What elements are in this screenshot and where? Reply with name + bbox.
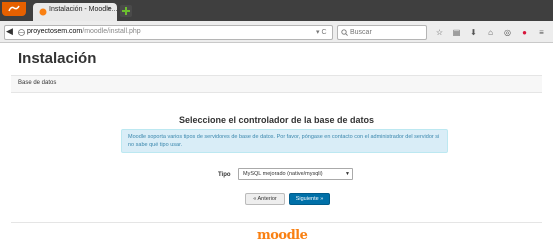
browser-tab-active[interactable]: Instalación - Moodle... × bbox=[33, 3, 117, 21]
database-type-select[interactable]: MySQL mejorado (native/mysqli) ▼ bbox=[238, 168, 353, 180]
globe-icon bbox=[18, 29, 25, 36]
pocket-icon[interactable]: ● bbox=[518, 26, 531, 39]
moodle-logo[interactable]: moodle bbox=[257, 228, 308, 240]
breadcrumb-bar: Base de datos bbox=[11, 75, 542, 93]
browser-tab-bar: Instalación - Moodle... × bbox=[0, 0, 553, 21]
section-title: Seleccione el controlador de la base de … bbox=[178, 115, 375, 125]
search-icon bbox=[341, 29, 348, 36]
new-tab-button[interactable] bbox=[120, 5, 132, 17]
plus-icon bbox=[122, 7, 130, 15]
url-path: /moodle/install.php bbox=[82, 28, 141, 35]
breadcrumb: Base de datos bbox=[18, 80, 57, 86]
browser-nav-bar: ◀ proyectosem.com/moodle/install.php ▾ C… bbox=[0, 21, 553, 43]
page-title: Instalación bbox=[18, 50, 97, 67]
url-host: proyectosem.com bbox=[27, 28, 83, 35]
url-bar[interactable]: ◀ proyectosem.com/moodle/install.php ▾ C bbox=[4, 25, 333, 40]
reload-icon[interactable]: ▾ C bbox=[316, 28, 327, 36]
menu-icon[interactable]: ≡ bbox=[535, 26, 548, 39]
back-arrow-icon[interactable]: ◀ bbox=[6, 26, 13, 37]
star-icon[interactable]: ☆ bbox=[433, 26, 446, 39]
database-type-value: MySQL mejorado (native/mysqli) bbox=[243, 171, 323, 177]
firefox-menu-button[interactable] bbox=[2, 2, 26, 16]
toolbar-icons: ☆ ▤ ⬇ ⌂ ◎ ● ≡ bbox=[433, 26, 548, 39]
search-input[interactable] bbox=[350, 27, 424, 38]
info-text: Moodle soporta varios tipos de servidore… bbox=[128, 134, 440, 148]
sync-icon[interactable]: ◎ bbox=[501, 26, 514, 39]
firefox-icon bbox=[8, 5, 20, 12]
search-bar[interactable] bbox=[337, 25, 427, 40]
download-icon[interactable]: ⬇ bbox=[467, 26, 480, 39]
info-box: Moodle soporta varios tipos de servidore… bbox=[121, 129, 448, 153]
chevron-down-icon: ▼ bbox=[345, 171, 350, 177]
moodle-favicon-icon bbox=[39, 8, 47, 16]
tipo-label: Tipo bbox=[218, 172, 231, 178]
bookmarks-icon[interactable]: ▤ bbox=[450, 26, 463, 39]
next-button[interactable]: Siguiente » bbox=[289, 193, 330, 205]
footer-divider bbox=[11, 222, 542, 223]
home-icon[interactable]: ⌂ bbox=[484, 26, 497, 39]
url-text[interactable]: proyectosem.com/moodle/install.php bbox=[27, 28, 141, 35]
tab-close-icon[interactable]: × bbox=[107, 6, 111, 13]
previous-button[interactable]: « Anterior bbox=[245, 193, 285, 205]
